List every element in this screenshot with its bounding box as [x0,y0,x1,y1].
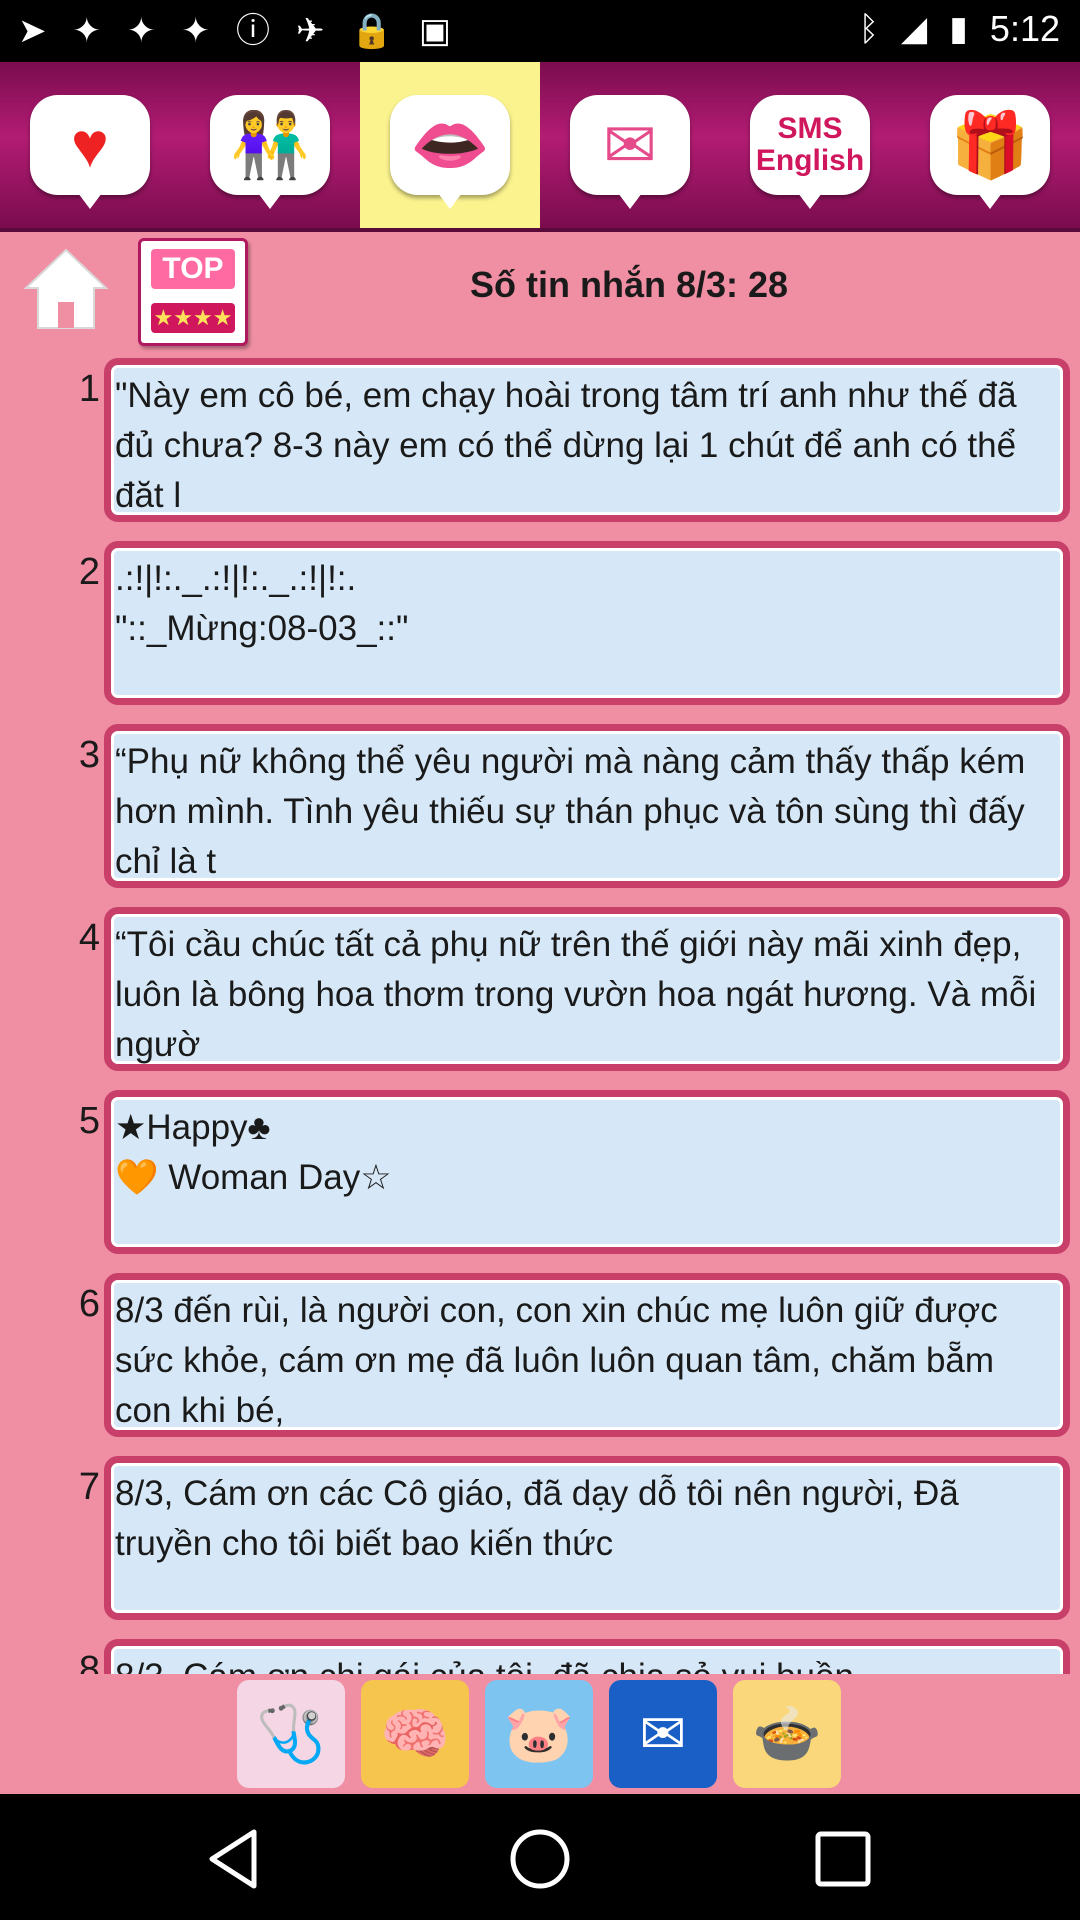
battery-icon: ▮ [949,10,968,48]
item-number: 4 [78,917,100,959]
category-tab-bar: ♥ 👫 👄 ✉ SMS English 🎁 [0,62,1080,232]
alert-circle-icon: ⓘ [236,12,270,50]
item-number: 7 [78,1466,100,1508]
sms-english-label: SMS English [755,112,865,177]
item-number: 8 [78,1649,100,1674]
message-card[interactable]: “Phụ nữ không thể yêu người mà nàng cảm … [104,724,1070,888]
home-icon [23,248,109,329]
lips-icon: 👄 [410,109,490,181]
tab-sms-english[interactable]: SMS English [720,62,900,228]
back-icon[interactable] [200,1824,270,1894]
home-button[interactable] [22,244,110,334]
list-item[interactable]: 3 “Phụ nữ không thể yêu người mà nàng cả… [0,724,1080,888]
tab-couple[interactable]: 👫 [180,62,360,228]
signal-icon: ◢ [901,10,928,48]
iq-test-app-icon[interactable]: 🧠 [361,1680,469,1788]
envelope-wings-icon: ✉ [603,109,657,181]
bug-icon: ✦ [72,12,102,50]
pig-puzzle-app-icon[interactable]: 🐷 [485,1680,593,1788]
item-number: 3 [78,734,100,776]
item-number: 6 [78,1283,100,1325]
list-item[interactable]: 6 8/3 đến rùi, là người con, con xin chú… [0,1273,1080,1437]
message-text: "Này em cô bé, em chạy hoài trong tâm tr… [115,376,1027,515]
satellite-icon: ✈ [296,12,325,50]
stethoscope-heart-app-icon[interactable]: 🩺 [237,1680,345,1788]
mail-app-icon[interactable]: ✉ [609,1680,717,1788]
message-card[interactable]: 8/3 đến rùi, là người con, con xin chúc … [104,1273,1070,1437]
tab-gift[interactable]: 🎁 [900,62,1080,228]
message-text: .:!|!:._.:!|!:._.:!|!:. "::_Mừng:08-03_:… [115,559,409,648]
message-text: “Tôi cầu chúc tất cả phụ nữ trên thế giớ… [115,925,1047,1064]
item-number: 5 [78,1100,100,1142]
message-card[interactable]: “Tôi cầu chúc tất cả phụ nữ trên thế giớ… [104,907,1070,1071]
tab-letter[interactable]: ✉ [540,62,720,228]
item-number: 1 [78,368,100,410]
message-text: 8/3, Cám ơn chị gái của tôi, đã chia sẻ … [115,1652,1055,1674]
bug-icon: ✦ [127,12,156,50]
message-card[interactable]: .:!|!:._.:!|!:._.:!|!:. "::_Mừng:08-03_:… [104,541,1070,705]
message-text: ★Happy♣ 🧡 Woman Day☆ [115,1108,392,1197]
list-item[interactable]: 1 "Này em cô bé, em chạy hoài trong tâm … [0,358,1080,522]
gift-icon: 🎁 [950,109,1030,181]
list-item[interactable]: 4 “Tôi cầu chúc tất cả phụ nữ trên thế g… [0,907,1080,1071]
message-list[interactable]: 1 "Này em cô bé, em chạy hoài trong tâm … [0,358,1080,1674]
top-ranking-button[interactable]: TOP ★★★★ [138,238,248,346]
recent-apps-icon[interactable] [808,1824,878,1894]
couple-icon: 👫 [230,109,310,181]
food-app-icon[interactable]: 🍲 [733,1680,841,1788]
message-card[interactable]: 8/3, Cám ơn các Cô giáo, đã dạy dỗ tôi n… [104,1456,1070,1620]
bug-icon: ✦ [181,12,211,50]
message-text: 8/3, Cám ơn các Cô giáo, đã dạy dỗ tôi n… [115,1474,969,1563]
android-icon: ▣ [418,12,451,50]
message-text: “Phụ nữ không thể yêu người mà nàng cảm … [115,742,1036,881]
list-item[interactable]: 7 8/3, Cám ơn các Cô giáo, đã dạy dỗ tôi… [0,1456,1080,1620]
tab-love-you[interactable]: ♥ [0,62,180,228]
navigation-bar [0,1794,1080,1920]
status-bar: ➤ ✦ ✦ ✦ ⓘ ✈ 🔒 ▣ ᛒ ◢ ▮ 5:12 [0,0,1080,62]
item-number: 2 [78,551,100,593]
lock-icon: 🔒 [350,12,393,50]
navigation-icon: ➤ [18,12,47,50]
list-item[interactable]: 2 .:!|!:._.:!|!:._.:!|!:. "::_Mừng:08-03… [0,541,1080,705]
heart-icon: ♥ [71,109,109,181]
message-count-title: Số tin nhắn 8/3: 28 [470,264,789,305]
list-item[interactable]: 8 8/3, Cám ơn chị gái của tôi, đã chia s… [0,1639,1080,1674]
list-item[interactable]: 5 ★Happy♣ 🧡 Woman Day☆ [0,1090,1080,1254]
status-left-icons: ➤ ✦ ✦ ✦ ⓘ ✈ 🔒 ▣ [18,10,451,52]
message-card[interactable]: 8/3, Cám ơn chị gái của tôi, đã chia sẻ … [104,1639,1070,1674]
tab-kiss[interactable]: 👄 [360,62,540,228]
clock: 5:12 [989,8,1060,49]
message-text: 8/3 đến rùi, là người con, con xin chúc … [115,1291,1008,1430]
home-nav-icon[interactable] [505,1824,575,1894]
stars-icon: ★★★★ [151,303,235,333]
app-promo-bar: 🩺 🧠 🐷 ✉ 🍲 [0,1674,1080,1794]
top-label: TOP [151,249,235,289]
bluetooth-icon: ᛒ [858,9,880,48]
message-card[interactable]: ★Happy♣ 🧡 Woman Day☆ [104,1090,1070,1254]
message-card[interactable]: "Này em cô bé, em chạy hoài trong tâm tr… [104,358,1070,522]
